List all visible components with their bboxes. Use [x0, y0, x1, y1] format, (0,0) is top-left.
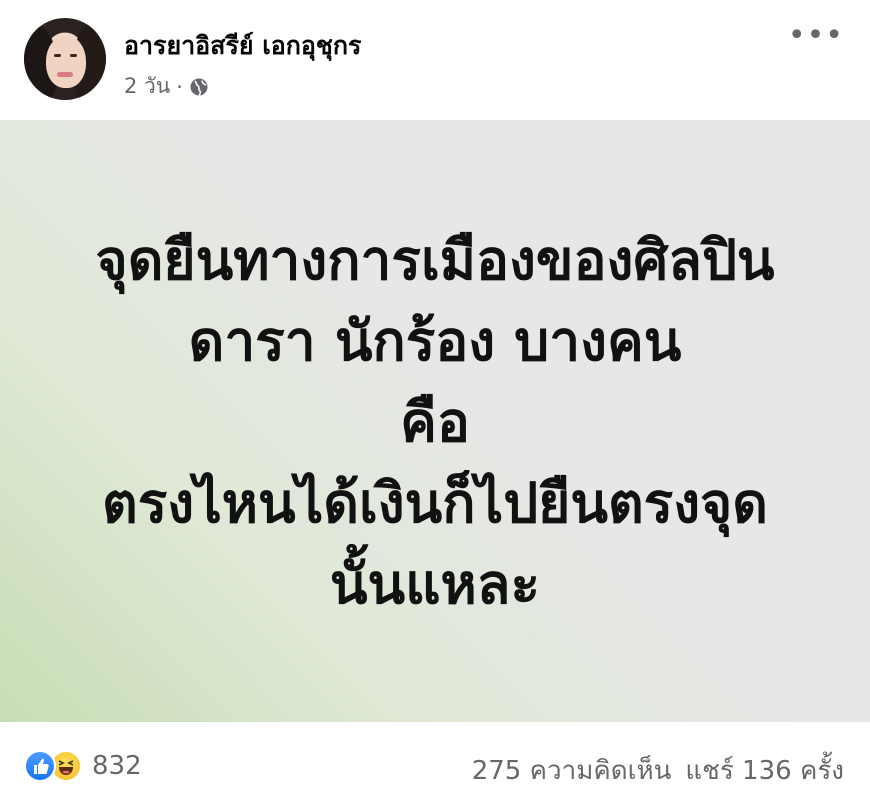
post-image-text: จุดยืนทางการเมืองของศิลปิน ดารา นักร้อง … — [95, 220, 774, 625]
more-options-icon[interactable]: ••• — [788, 21, 844, 51]
post-time[interactable]: 2 วัน — [124, 70, 170, 103]
author-name[interactable]: อารยาอิสรีย์ เอกอุชุกร — [124, 26, 361, 66]
meta-separator: · — [176, 74, 183, 99]
comments-count[interactable]: 275 ความคิดเห็น — [472, 750, 672, 791]
post-meta: 2 วัน · — [124, 70, 209, 103]
post-footer: 832 275 ความคิดเห็น แชร์ 136 ครั้ง — [0, 722, 870, 800]
image-text-line: คือ — [400, 389, 470, 454]
reactions-summary[interactable]: 832 — [24, 750, 142, 782]
image-text-line: ตรงไหนได้เงินก็ไปยืนตรงจุด — [101, 470, 768, 535]
image-text-line: ดารา นักร้อง บางคน — [188, 308, 682, 373]
post-image[interactable]: จุดยืนทางการเมืองของศิลปิน ดารา นักร้อง … — [0, 120, 870, 722]
like-icon — [24, 750, 56, 782]
image-text-line: จุดยืนทางการเมืองของศิลปิน — [95, 227, 775, 292]
globe-icon — [190, 78, 208, 96]
shares-count[interactable]: แชร์ 136 ครั้ง — [685, 750, 844, 791]
image-text-line: นั้นแหละ — [329, 551, 541, 616]
avatar[interactable] — [24, 18, 106, 100]
reaction-count: 832 — [92, 751, 142, 781]
post-header: อารยาอิสรีย์ เอกอุชุกร 2 วัน · ••• — [0, 0, 870, 120]
post-stats: 275 ความคิดเห็น แชร์ 136 ครั้ง — [472, 750, 844, 791]
